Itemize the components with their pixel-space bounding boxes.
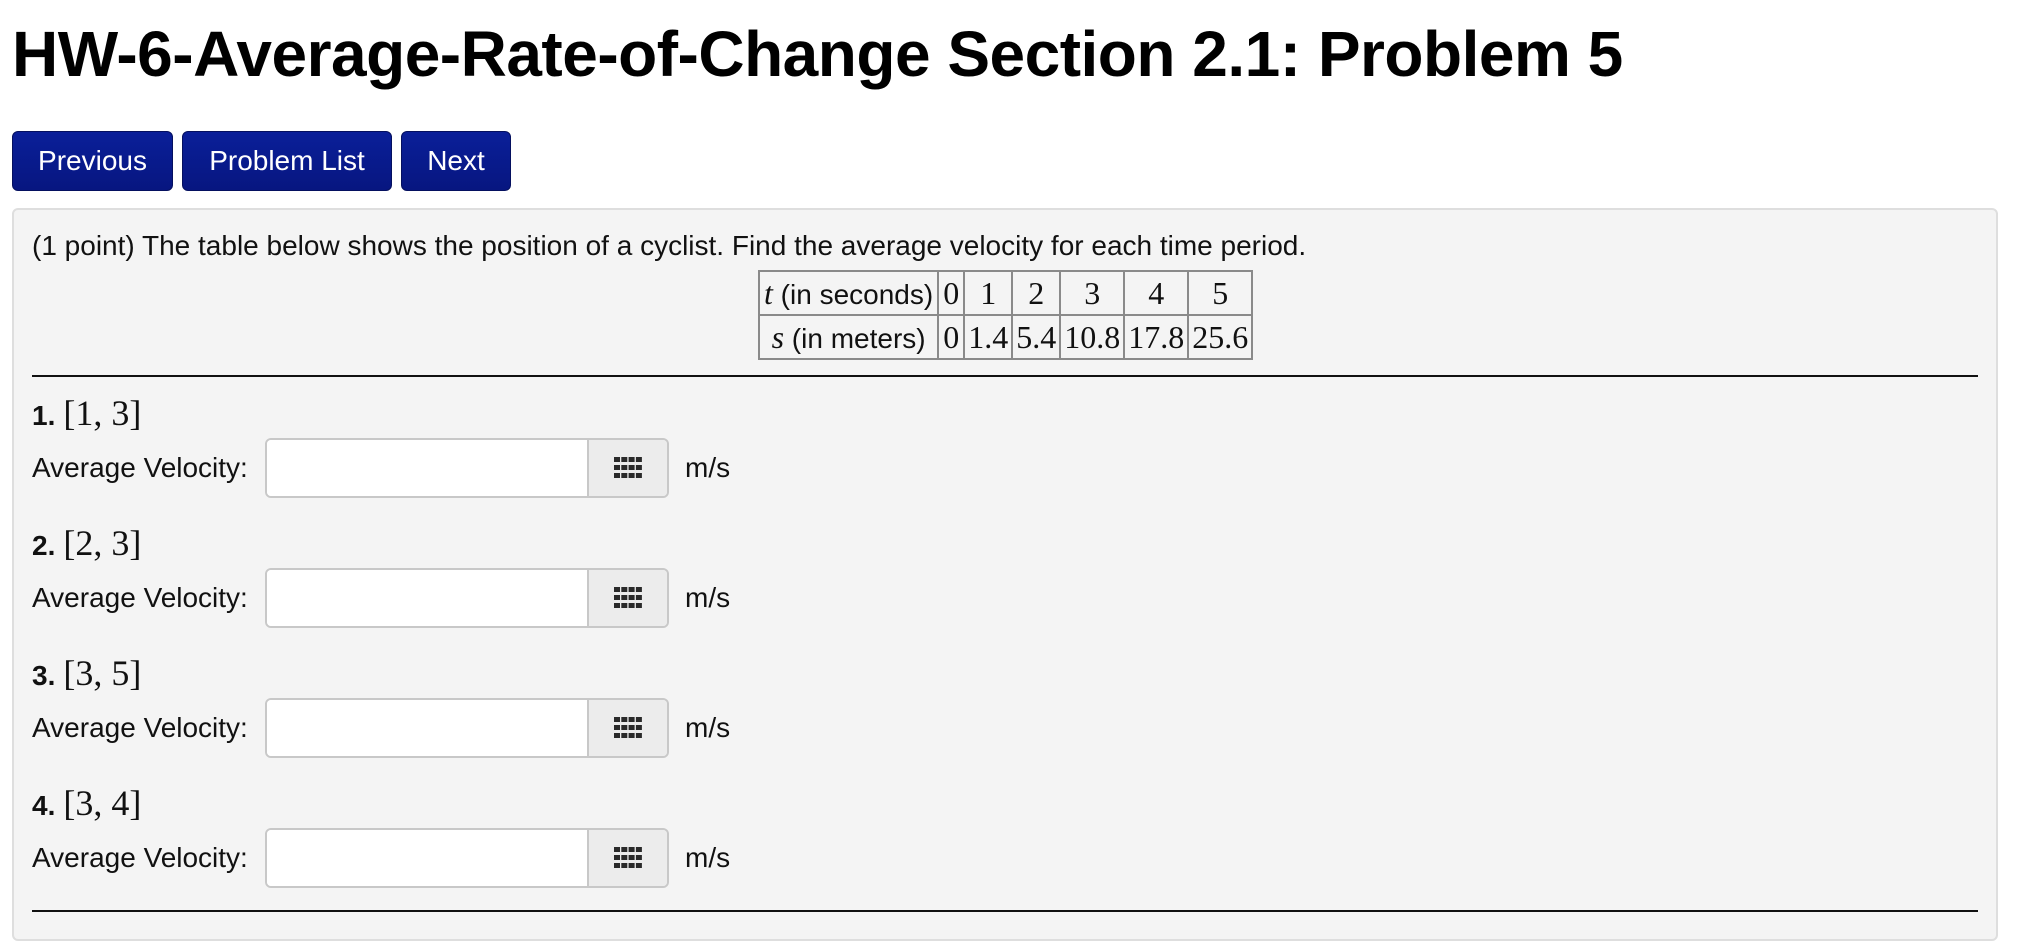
- part-heading: 1. [1, 3]: [32, 392, 1032, 433]
- table-cell: 0: [937, 270, 966, 316]
- next-button[interactable]: Next: [401, 131, 511, 191]
- answer-field-group: [265, 698, 669, 758]
- answer-label: Average Velocity:: [32, 582, 248, 613]
- answer-label: Average Velocity:: [32, 452, 248, 483]
- answer-label: Average Velocity:: [32, 842, 248, 873]
- table-cell: 25.6: [1187, 314, 1254, 360]
- previous-button[interactable]: Previous: [12, 131, 173, 191]
- table-cell: 0: [937, 314, 966, 360]
- answer-input-1[interactable]: [267, 440, 587, 496]
- keypad-grid-icon: [614, 847, 642, 868]
- position-table: t (in seconds) 0 1 2 3 4 5 s (in meters)…: [757, 270, 1254, 360]
- position-header: s (in meters): [757, 314, 940, 360]
- table-cell: 4: [1123, 270, 1190, 316]
- part-number: 4.: [32, 790, 56, 821]
- page-title: HW-6-Average-Rate-of-Change Section 2.1:…: [12, 18, 1623, 90]
- unit-label: m/s: [685, 842, 731, 873]
- unit-label: m/s: [685, 712, 731, 743]
- keypad-grid-icon: [614, 457, 642, 478]
- part-2: 2. [2, 3] Average Velocity: m/s: [32, 522, 1032, 628]
- table-cell: 5.4: [1011, 314, 1062, 360]
- keypad-grid-icon: [614, 717, 642, 738]
- time-unit: (in seconds): [772, 278, 934, 310]
- table-cell: 2: [1011, 270, 1062, 316]
- keypad-button[interactable]: [587, 440, 667, 496]
- problem-statement: (1 point) The table below shows the posi…: [32, 230, 1307, 261]
- part-interval: [2, 3]: [63, 523, 142, 563]
- position-unit: (in meters): [784, 322, 926, 354]
- part-number: 2.: [32, 530, 56, 561]
- unit-label: m/s: [685, 582, 731, 613]
- table-cell: 1.4: [963, 314, 1014, 360]
- part-3: 3. [3, 5] Average Velocity: m/s: [32, 652, 1032, 758]
- answer-input-3[interactable]: [267, 700, 587, 756]
- divider: [32, 375, 1978, 377]
- part-heading: 3. [3, 5]: [32, 652, 1032, 693]
- page: HW-6-Average-Rate-of-Change Section 2.1:…: [0, 0, 2030, 946]
- answer-row: Average Velocity: m/s: [32, 828, 730, 888]
- keypad-button[interactable]: [587, 830, 667, 886]
- table-cell: 5: [1187, 270, 1254, 316]
- answer-input-4[interactable]: [267, 830, 587, 886]
- answer-field-group: [265, 568, 669, 628]
- answer-label: Average Velocity:: [32, 712, 248, 743]
- answer-row: Average Velocity: m/s: [32, 698, 730, 758]
- table-cell: 1: [963, 270, 1014, 316]
- keypad-grid-icon: [614, 587, 642, 608]
- part-1: 1. [1, 3] Average Velocity: m/s: [32, 392, 1032, 498]
- problem-panel: (1 point) The table below shows the posi…: [12, 208, 1998, 941]
- table-row-position: s (in meters) 0 1.4 5.4 10.8 17.8 25.6: [757, 314, 1254, 360]
- table-row-time: t (in seconds) 0 1 2 3 4 5: [757, 270, 1254, 316]
- keypad-button[interactable]: [587, 700, 667, 756]
- answer-input-2[interactable]: [267, 570, 587, 626]
- table-cell: 3: [1059, 270, 1126, 316]
- part-number: 1.: [32, 400, 56, 431]
- time-variable: t: [764, 274, 773, 311]
- divider: [32, 910, 1978, 912]
- unit-label: m/s: [685, 452, 731, 483]
- part-4: 4. [3, 4] Average Velocity: m/s: [32, 782, 1032, 888]
- answer-field-group: [265, 828, 669, 888]
- answer-field-group: [265, 438, 669, 498]
- table-cell: 10.8: [1059, 314, 1126, 360]
- table-cell: 17.8: [1123, 314, 1190, 360]
- part-interval: [1, 3]: [63, 393, 142, 433]
- problem-list-button[interactable]: Problem List: [182, 131, 392, 191]
- part-heading: 2. [2, 3]: [32, 522, 1032, 563]
- problem-nav: Previous Problem List Next: [12, 131, 511, 191]
- time-header: t (in seconds): [757, 270, 940, 316]
- part-interval: [3, 5]: [63, 653, 142, 693]
- part-interval: [3, 4]: [63, 783, 142, 823]
- keypad-button[interactable]: [587, 570, 667, 626]
- part-heading: 4. [3, 4]: [32, 782, 1032, 823]
- position-variable: s: [771, 318, 785, 355]
- answer-row: Average Velocity: m/s: [32, 568, 730, 628]
- part-number: 3.: [32, 660, 56, 691]
- answer-row: Average Velocity: m/s: [32, 438, 730, 498]
